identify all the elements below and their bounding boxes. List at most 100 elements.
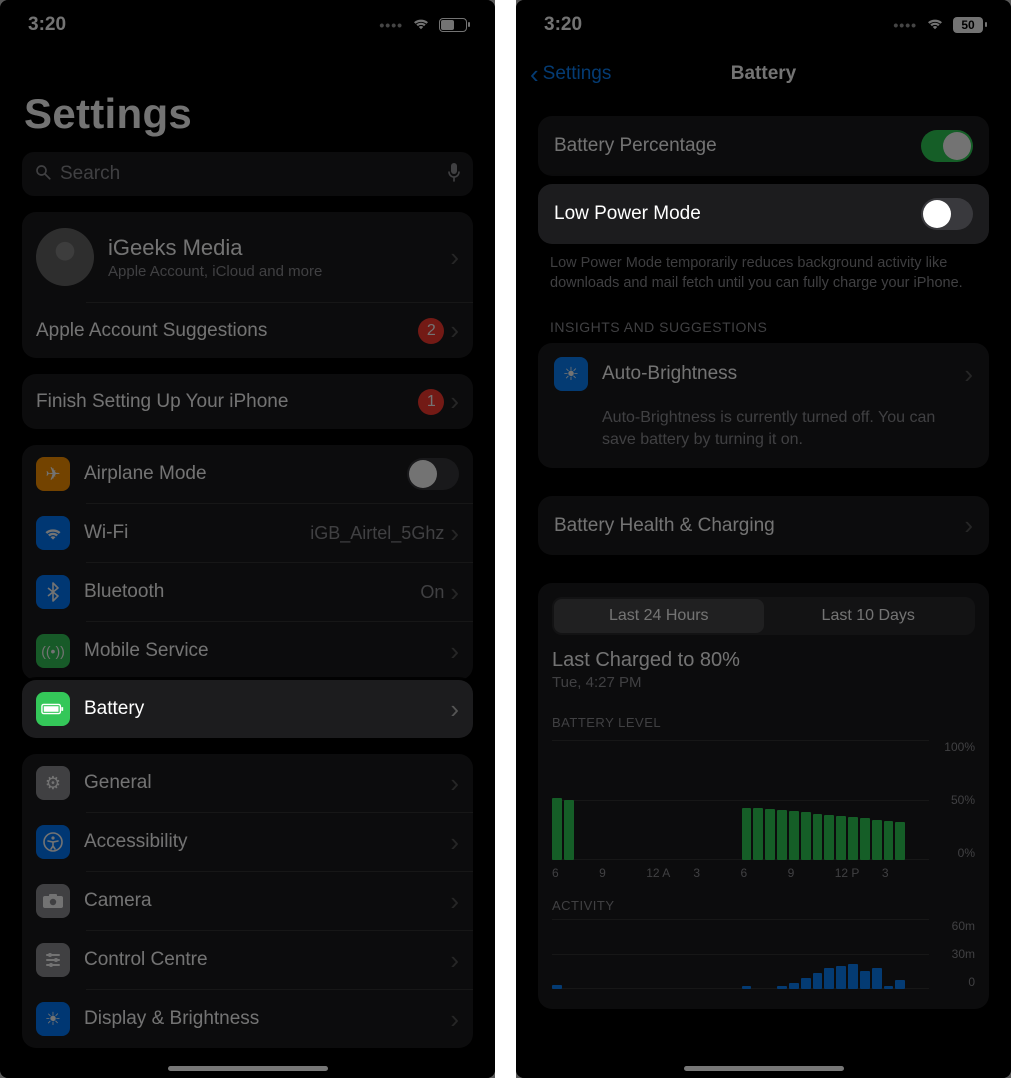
badge: 1 [418,389,444,415]
search-input[interactable] [60,163,439,185]
y-tick: 0% [958,846,975,860]
row-value: iGB_Airtel_5Ghz [310,523,444,544]
x-tick: 9 [788,866,835,880]
row-value: On [420,582,444,603]
settings-screen: 3:20 •••• Settings iGeeks Media Apple Ac… [0,0,495,1078]
mobile-service-row[interactable]: ((•)) Mobile Service › [22,622,473,680]
profile-card: iGeeks Media Apple Account, iCloud and m… [22,212,473,358]
x-tick: 6 [552,866,599,880]
wifi-icon [36,516,70,550]
camera-icon [36,884,70,918]
battery-level-label: BATTERY LEVEL [552,715,975,730]
clock: 3:20 [28,14,66,36]
status-bar: 3:20 •••• [0,0,495,42]
cellular-dots-icon: •••• [893,17,917,33]
battery-health-row[interactable]: Battery Health & Charging › [538,496,989,555]
row-label: Airplane Mode [84,463,407,485]
usage-card: Last 24 Hours Last 10 Days Last Charged … [538,583,989,1009]
general-group: ⚙ General › Accessibility › Camera › Con… [22,754,473,1048]
chevron-right-icon: › [450,242,459,273]
back-label: Settings [543,63,612,85]
camera-row[interactable]: Camera › [22,872,473,930]
row-label: Control Centre [84,949,450,971]
wifi-status-icon [925,14,945,36]
profile-name: iGeeks Media [108,235,450,261]
activity-chart: 60m 30m 0 [552,919,975,989]
battery-percentage-row[interactable]: Battery Percentage [538,116,989,176]
cellular-dots-icon: •••• [379,17,403,33]
apple-suggestions-row[interactable]: Apple Account Suggestions 2 › [22,303,473,358]
low-power-hint: Low Power Mode temporarily reduces backg… [516,244,1011,297]
page-title: Battery [731,63,796,85]
y-tick: 50% [951,793,975,807]
row-label: Accessibility [84,831,450,853]
chevron-right-icon: › [450,518,459,549]
search-bar[interactable] [22,152,473,196]
x-tick: 12 A [646,866,693,880]
battery-status-icon: 50 [953,17,983,33]
chevron-right-icon: › [450,636,459,667]
gear-icon: ⚙ [36,766,70,800]
profile-sub: Apple Account, iCloud and more [108,263,450,280]
profile-row[interactable]: iGeeks Media Apple Account, iCloud and m… [22,212,473,302]
auto-brightness-card[interactable]: ☀ Auto-Brightness › Auto-Brightness is c… [538,343,989,468]
mic-icon[interactable] [447,162,461,187]
back-button[interactable]: ‹ Settings [530,59,611,90]
row-label: Battery Percentage [554,135,921,157]
chevron-left-icon: ‹ [530,59,539,90]
x-tick: 3 [693,866,740,880]
chevron-right-icon: › [964,510,973,541]
chevron-right-icon: › [450,827,459,858]
row-label: Display & Brightness [84,1008,450,1030]
section-header: INSIGHTS AND SUGGESTIONS [516,297,1011,343]
airplane-mode-row[interactable]: ✈ Airplane Mode [22,445,473,503]
bluetooth-row[interactable]: Bluetooth On › [22,563,473,621]
row-label: Mobile Service [84,640,450,662]
control-icon [36,943,70,977]
row-label: Finish Setting Up Your iPhone [36,391,418,413]
display-brightness-row[interactable]: ☀ Display & Brightness › [22,990,473,1048]
badge: 2 [418,318,444,344]
chevron-right-icon: › [450,1004,459,1035]
row-label: Bluetooth [84,581,420,603]
finish-setup-row[interactable]: Finish Setting Up Your iPhone 1 › [22,374,473,429]
battery-level-chart: 100% 50% 0% [552,740,975,860]
row-label: Wi-Fi [84,522,310,544]
last-charged-sub: Tue, 4:27 PM [552,674,975,691]
row-label: General [84,772,450,794]
chevron-right-icon: › [450,886,459,917]
wifi-row[interactable]: Wi-Fi iGB_Airtel_5Ghz › [22,504,473,562]
low-power-row-highlight[interactable]: Low Power Mode [538,184,989,244]
low-power-toggle[interactable] [921,198,973,230]
clock: 3:20 [544,14,582,36]
row-label: Camera [84,890,450,912]
battery-percentage-toggle[interactable] [921,130,973,162]
insight-body: Auto-Brightness is currently turned off.… [554,407,973,450]
bluetooth-icon [36,575,70,609]
battery-icon [36,692,70,726]
seg-24h[interactable]: Last 24 Hours [554,599,764,633]
home-indicator[interactable] [168,1066,328,1071]
control-centre-row[interactable]: Control Centre › [22,931,473,989]
general-row[interactable]: ⚙ General › [22,754,473,812]
panel-divider [495,0,516,1078]
finish-setup-card: Finish Setting Up Your iPhone 1 › [22,374,473,429]
battery-row-highlight[interactable]: Battery › [22,680,473,738]
y-tick: 30m [952,947,975,961]
x-tick: 12 P [835,866,882,880]
time-range-segmented[interactable]: Last 24 Hours Last 10 Days [552,597,975,635]
row-label: Apple Account Suggestions [36,320,418,342]
battery-percentage-card: Battery Percentage [538,116,989,176]
activity-label: ACTIVITY [552,898,975,913]
airplane-toggle[interactable] [407,458,459,490]
chevron-right-icon: › [450,694,459,725]
brightness-icon: ☀ [554,357,588,391]
mobile-icon: ((•)) [36,634,70,668]
chevron-right-icon: › [450,315,459,346]
accessibility-row[interactable]: Accessibility › [22,813,473,871]
seg-10d[interactable]: Last 10 Days [764,599,974,633]
x-tick: 6 [741,866,788,880]
battery-screen: 3:20 •••• 50 ‹ Settings Battery Battery … [516,0,1011,1078]
x-tick: 9 [599,866,646,880]
home-indicator[interactable] [684,1066,844,1071]
